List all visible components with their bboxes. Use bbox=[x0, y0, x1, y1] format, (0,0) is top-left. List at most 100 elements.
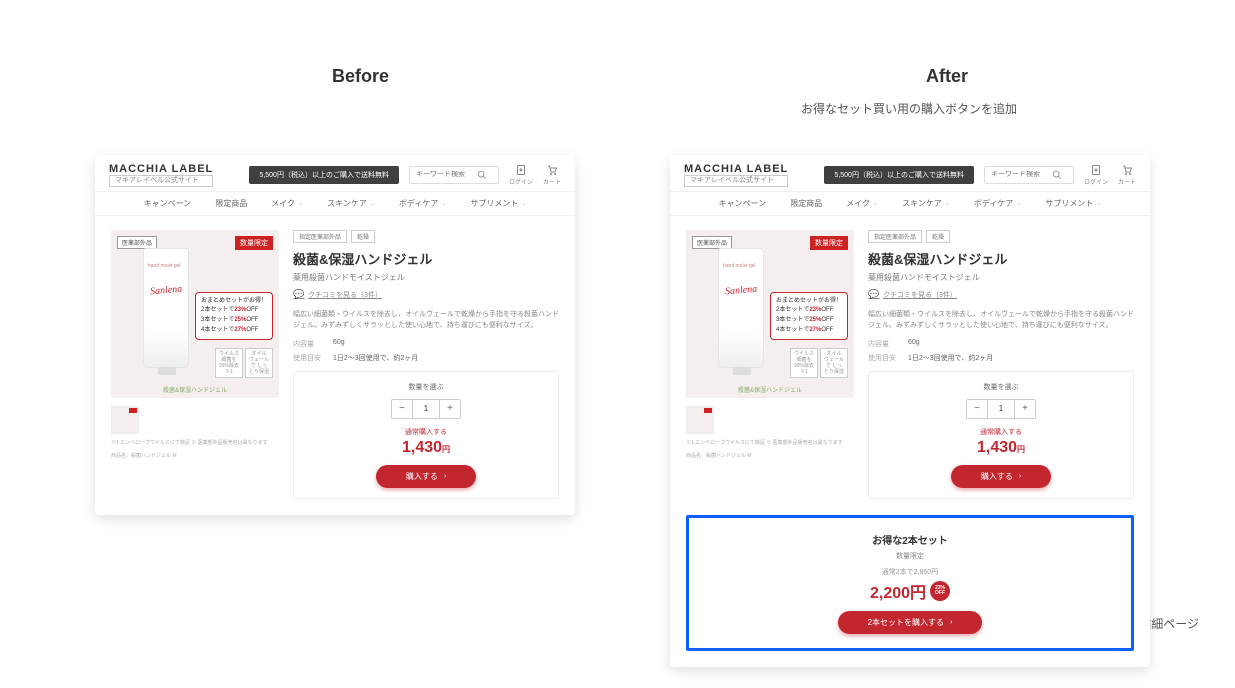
qty-decrement[interactable]: − bbox=[967, 400, 987, 418]
spec-row: 内容量60g bbox=[293, 339, 559, 349]
product-description: 幅広い細菌類・ウイルスを除去し、オイルヴェールで乾燥から手指を守る殺菌ハンドジェ… bbox=[293, 309, 559, 331]
tube-script: Sanlena bbox=[150, 283, 183, 297]
bundle-promo: おまとめセットがお得！ 2本セットで23%OFF 3本セットで25%OFF 4本… bbox=[195, 292, 273, 340]
chevron-down-icon: ⌄ bbox=[1096, 200, 1101, 207]
chevron-down-icon: ⌄ bbox=[945, 200, 950, 207]
review-link[interactable]: 💬 クチコミを見る（3件） bbox=[293, 289, 559, 301]
search-icon[interactable] bbox=[476, 169, 488, 181]
feature-badge: ウイルス 細菌を 99%除去※1 bbox=[790, 348, 818, 378]
search-input[interactable] bbox=[991, 171, 1051, 178]
nav-limited[interactable]: 限定商品 bbox=[790, 198, 822, 209]
set-buy-box: お得な2本セット 数量限定 通常2本で2,860円 2,200円 23%OFF … bbox=[686, 515, 1134, 651]
free-shipping-banner: 5,500円（税込）以上のご購入で送料無料 bbox=[824, 166, 974, 184]
qty-stepper: − 1 + bbox=[391, 399, 461, 419]
brand-tagline: マキアレイベル公式サイト bbox=[684, 175, 788, 187]
nav-skincare[interactable]: スキンケア⌄ bbox=[902, 198, 950, 209]
product-subtitle: 薬用殺菌ハンドモイストジェル bbox=[868, 272, 1134, 283]
topbar: MACCHIA LABEL マキアレイベル公式サイト 5,500円（税込）以上の… bbox=[670, 155, 1150, 191]
login-button[interactable]: ログイン bbox=[1084, 164, 1108, 186]
after-subheading: お得なセット買い用の購入ボタンを追加 bbox=[801, 100, 1017, 117]
product-tag: 指定医薬部外品 bbox=[868, 230, 922, 243]
price: 1,430円 bbox=[304, 439, 548, 457]
search-box[interactable] bbox=[984, 166, 1074, 184]
product-image[interactable]: 医薬部外品 数量限定 hand moist gel Sanlena おまとめセッ… bbox=[686, 230, 854, 398]
search-icon[interactable] bbox=[1051, 169, 1063, 181]
review-link[interactable]: 💬 クチコミを見る（3件） bbox=[868, 289, 1134, 301]
promo-line: 3本セットで25%OFF bbox=[776, 316, 842, 326]
brand-name: MACCHIA LABEL bbox=[684, 163, 788, 175]
navbar: キャンペーン 限定商品 メイク⌄ スキンケア⌄ ボディケア⌄ サプリメント⌄ bbox=[670, 191, 1150, 216]
nav-supplement[interactable]: サプリメント⌄ bbox=[470, 198, 526, 209]
buy-button[interactable]: 購入する› bbox=[951, 465, 1051, 488]
nav-makeup[interactable]: メイク⌄ bbox=[271, 198, 303, 209]
promo-line: 2本セットで23%OFF bbox=[776, 306, 842, 316]
qty-label: 数量を選ぶ bbox=[879, 382, 1123, 392]
set-buy-button[interactable]: 2本セットを購入する› bbox=[838, 611, 983, 634]
ingredients-name: 商品名：殺菌ハンドジェル M bbox=[686, 453, 854, 461]
promo-title: おまとめセットがお得！ bbox=[201, 297, 267, 307]
speech-icon: 💬 bbox=[868, 289, 880, 301]
thumbnail[interactable] bbox=[111, 406, 139, 434]
nav-campaign[interactable]: キャンペーン bbox=[719, 198, 767, 209]
promo-line: 4本セットで27%OFF bbox=[201, 326, 267, 336]
brand-tagline: マキアレイベル公式サイト bbox=[109, 175, 213, 187]
ingredients-name: 商品名：殺菌ハンドジェル M bbox=[111, 453, 279, 461]
mockup-before: MACCHIA LABEL マキアレイベル公式サイト 5,500円（税込）以上の… bbox=[95, 155, 575, 515]
product-title: 殺菌&保湿ハンドジェル bbox=[293, 249, 559, 268]
cart-label: カート bbox=[543, 177, 561, 186]
nav-limited[interactable]: 限定商品 bbox=[215, 198, 247, 209]
nav-supplement[interactable]: サプリメント⌄ bbox=[1045, 198, 1101, 209]
thumbnail[interactable] bbox=[686, 406, 714, 434]
set-price: 2,200円 23%OFF bbox=[870, 579, 950, 603]
qty-increment[interactable]: + bbox=[1015, 400, 1035, 418]
login-button[interactable]: ログイン bbox=[509, 164, 533, 186]
feature-badge: オイル ヴェールで しっとり保湿 bbox=[245, 348, 273, 378]
chevron-down-icon: ⌄ bbox=[873, 200, 878, 207]
login-icon bbox=[1090, 164, 1102, 176]
price-label: 通常購入する bbox=[879, 427, 1123, 437]
ingredients-note: ※1 エンベロープウイルスにて検証 ※ 医薬部外品販売名は異なります bbox=[111, 440, 279, 448]
nav-bodycare[interactable]: ボディケア⌄ bbox=[399, 198, 446, 209]
search-input[interactable] bbox=[416, 171, 476, 178]
brand[interactable]: MACCHIA LABEL マキアレイベル公式サイト bbox=[684, 163, 788, 187]
chevron-right-icon: › bbox=[1019, 473, 1021, 480]
search-box[interactable] bbox=[409, 166, 499, 184]
nav-skincare[interactable]: スキンケア⌄ bbox=[327, 198, 375, 209]
feature-badge: ウイルス 細菌を 99%除去※1 bbox=[215, 348, 243, 378]
qty-increment[interactable]: + bbox=[440, 400, 460, 418]
medicine-badge: 医薬部外品 bbox=[692, 236, 732, 249]
free-shipping-banner: 5,500円（税込）以上のご購入で送料無料 bbox=[249, 166, 399, 184]
promo-line: 2本セットで23%OFF bbox=[201, 306, 267, 316]
chevron-down-icon: ⌄ bbox=[298, 200, 303, 207]
set-limited: 数量限定 bbox=[703, 551, 1117, 561]
product-description: 幅広い細菌類・ウイルスを除去し、オイルヴェールで乾燥から手指を守る殺菌ハンドジェ… bbox=[868, 309, 1134, 331]
product-image[interactable]: 医薬部外品 数量限定 hand moist gel Sanlena おまとめセッ… bbox=[111, 230, 279, 398]
buy-box: 数量を選ぶ − 1 + 通常購入する 1,430円 購入する› bbox=[868, 371, 1134, 499]
cart-icon bbox=[1121, 164, 1133, 176]
medicine-badge: 医薬部外品 bbox=[117, 236, 157, 249]
promo-line: 4本セットで27%OFF bbox=[776, 326, 842, 336]
mockup-after: MACCHIA LABEL マキアレイベル公式サイト 5,500円（税込）以上の… bbox=[670, 155, 1150, 667]
navbar: キャンペーン 限定商品 メイク⌄ スキンケア⌄ ボディケア⌄ サプリメント⌄ bbox=[95, 191, 575, 216]
nav-makeup[interactable]: メイク⌄ bbox=[846, 198, 878, 209]
product-caption: 殺菌&保湿ハンドジェル bbox=[111, 385, 279, 394]
nav-campaign[interactable]: キャンペーン bbox=[144, 198, 192, 209]
set-title: お得な2本セット bbox=[703, 532, 1117, 547]
limited-badge: 数量限定 bbox=[810, 236, 848, 250]
discount-badge: 23%OFF bbox=[930, 581, 950, 601]
cart-button[interactable]: カート bbox=[543, 164, 561, 186]
spec-row: 使用目安1日2〜3回使用で、約2ヶ月 bbox=[868, 353, 1134, 363]
nav-bodycare[interactable]: ボディケア⌄ bbox=[974, 198, 1021, 209]
buy-button[interactable]: 購入する› bbox=[376, 465, 476, 488]
tube-label: hand moist gel bbox=[148, 263, 181, 269]
cart-button[interactable]: カート bbox=[1118, 164, 1136, 186]
after-heading: After bbox=[926, 66, 968, 87]
qty-label: 数量を選ぶ bbox=[304, 382, 548, 392]
spec-row: 使用目安1日2〜3回使用で、約2ヶ月 bbox=[293, 353, 559, 363]
before-heading: Before bbox=[332, 66, 389, 87]
limited-badge: 数量限定 bbox=[235, 236, 273, 250]
qty-decrement[interactable]: − bbox=[392, 400, 412, 418]
tube-script: Sanlena bbox=[725, 283, 758, 297]
brand[interactable]: MACCHIA LABEL マキアレイベル公式サイト bbox=[109, 163, 213, 187]
product-tube: hand moist gel Sanlena bbox=[143, 248, 189, 368]
